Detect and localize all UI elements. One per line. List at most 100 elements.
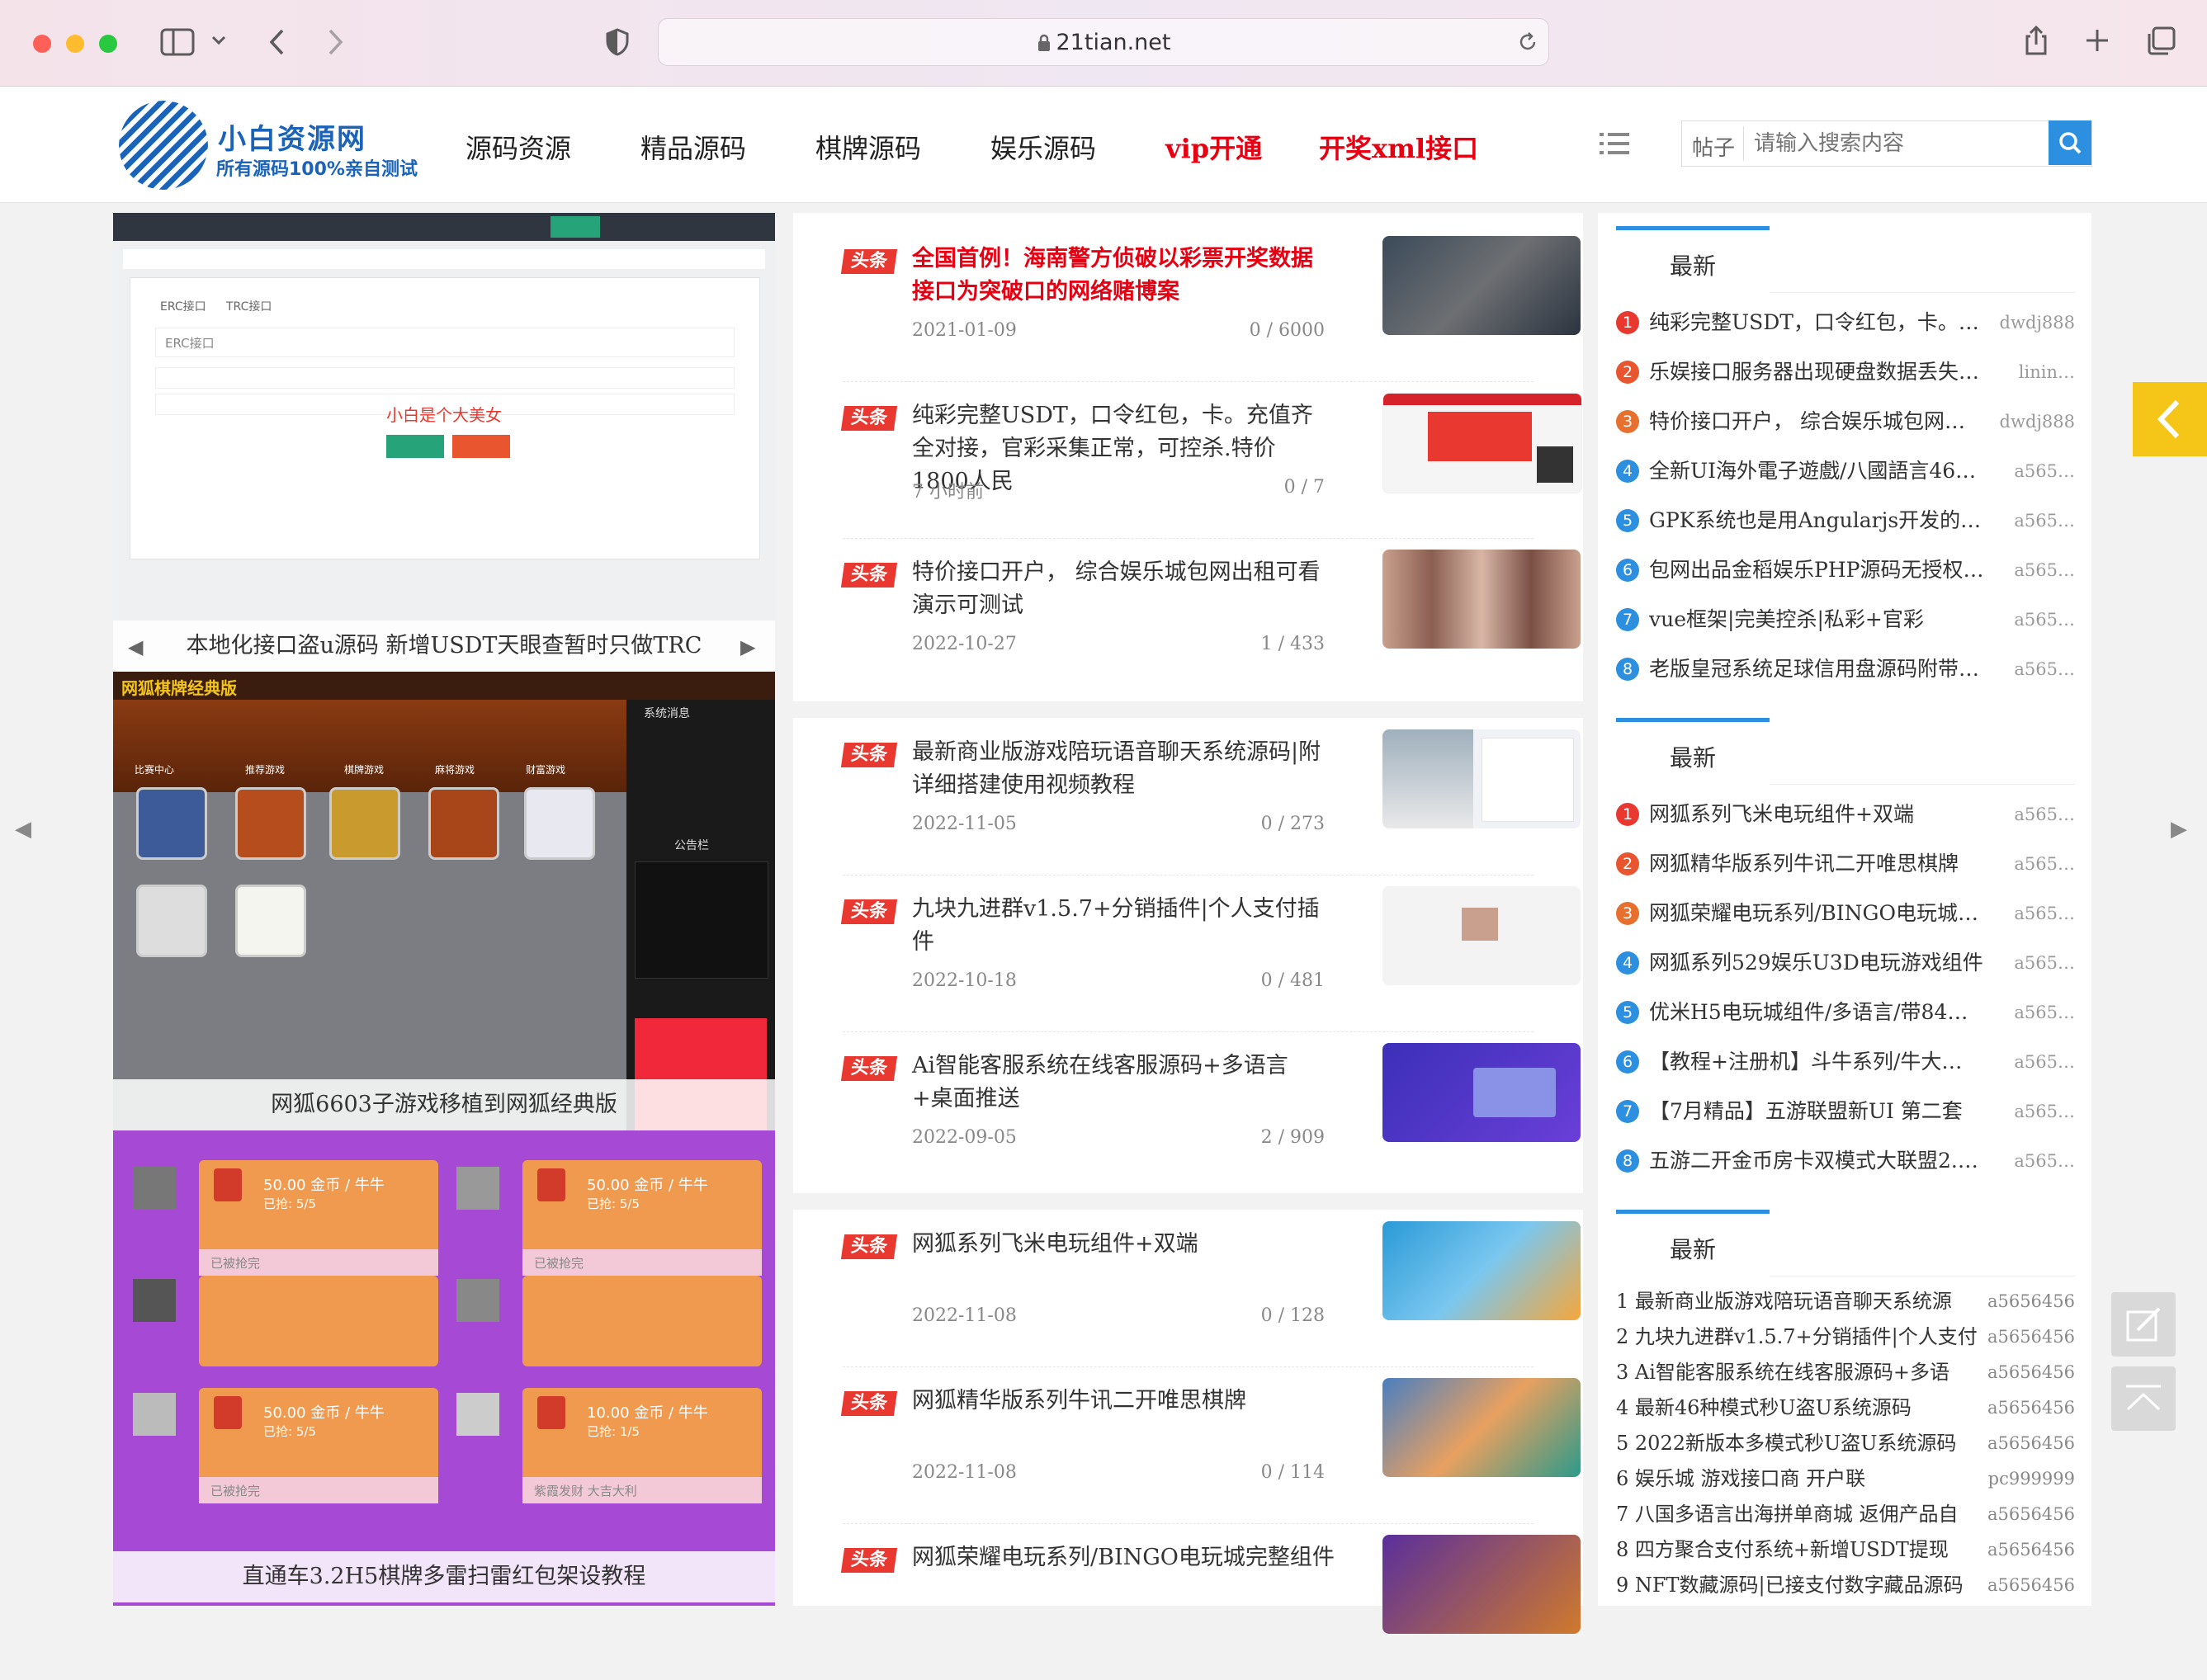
article-title[interactable]: 网狐系列飞米电玩组件+双端 bbox=[912, 1228, 1325, 1261]
sidebar-list-item[interactable]: 6 包网出品金稻娱乐PHP源码无授权… a565… bbox=[1616, 554, 2075, 588]
rank-title[interactable]: 网狐系列飞米电玩组件+双端 bbox=[1649, 799, 1996, 830]
reload-icon[interactable] bbox=[1517, 31, 1538, 53]
sidebar-section-header[interactable]: 最新 bbox=[1616, 1210, 1770, 1277]
back-to-top-button[interactable] bbox=[2111, 1366, 2176, 1431]
article-title[interactable]: 最新商业版游戏陪玩语音聊天系统源码|附详细搭建使用视频教程 bbox=[912, 736, 1325, 802]
rank-title[interactable]: 包网出品金稻娱乐PHP源码无授权… bbox=[1649, 554, 1996, 586]
sidebar-list-item[interactable]: 8 四方聚合支付系统+新增USDT提现 a5656456 bbox=[1616, 1534, 2075, 1567]
article-item[interactable]: 头条 网狐精华版系列牛讯二开唯思棋牌 2022-11-08 0 / 114 bbox=[840, 1366, 1581, 1524]
carousel-slide[interactable]: 网狐棋牌经典版 系统消息 公告栏 比赛中心 推荐游戏 棋牌游戏 麻将游戏 财富游… bbox=[113, 672, 775, 1130]
sidebar-list-item[interactable]: 5 GPK系统也是用Angularjs开发的二… a565… bbox=[1616, 505, 2075, 538]
sidebar-list-item[interactable]: 3 Ai智能客服系统在线客服源码+多语 a5656456 bbox=[1616, 1357, 2075, 1390]
article-title[interactable]: Ai智能客服系统在线客服源码+多语言+桌面推送 bbox=[912, 1050, 1325, 1116]
sidebar-list-item[interactable]: 4 最新46种模式秒U盗U系统源码 a5656456 bbox=[1616, 1392, 2075, 1425]
sidebar-list-item[interactable]: 2 九块九进群v1.5.7+分销插件|个人支付 a5656456 bbox=[1616, 1321, 2075, 1354]
sidebar-list-item[interactable]: 1 纯彩完整USDT，口令红包，卡。… dwdj888 bbox=[1616, 307, 2075, 340]
article-item[interactable]: 头条 网狐系列飞米电玩组件+双端 2022-11-08 0 / 128 bbox=[840, 1210, 1581, 1367]
sidebar-section-header[interactable]: 最新 bbox=[1616, 718, 1770, 785]
list-menu-icon[interactable] bbox=[1600, 131, 1629, 156]
sidebar-list-item[interactable]: 8 五游二开金币房卡双模式大联盟2.… a565… bbox=[1616, 1145, 2075, 1178]
chevron-down-icon[interactable] bbox=[211, 35, 226, 46]
rank-title[interactable]: 全新UI海外電子遊戲/八國語言46… bbox=[1649, 455, 1996, 487]
rank-title[interactable]: 老版皇冠系统足球信用盘源码附带… bbox=[1649, 654, 1996, 685]
rank-title[interactable]: 网狐系列529娱乐U3D电玩游戏组件 bbox=[1649, 947, 1996, 979]
article-item[interactable]: 头条 纯彩完整USDT，口令红包，卡。充值齐全对接，官彩采集正常，可控杀.特价1… bbox=[840, 381, 1582, 539]
sidebar-list-item[interactable]: 8 老版皇冠系统足球信用盘源码附带… a565… bbox=[1616, 654, 2075, 687]
article-title[interactable]: 全国首例！海南警方侦破以彩票开奖数据接口为突破口的网络赌博案 bbox=[912, 243, 1325, 309]
list-title[interactable]: 6 娱乐城 游戏接口商 开户联 bbox=[1616, 1463, 1987, 1494]
article-title[interactable]: 九块九进群v1.5.7+分销插件|个人支付插件 bbox=[912, 893, 1325, 959]
list-title[interactable]: 2 九块九进群v1.5.7+分销插件|个人支付 bbox=[1616, 1321, 1987, 1352]
sidebar-list-item[interactable]: 6 【教程+注册机】斗牛系列/牛大… a565… bbox=[1616, 1046, 2075, 1079]
sidebar-list-item[interactable]: 2 乐娱接口服务器出现硬盘数据丢失… linin… bbox=[1616, 356, 2075, 389]
slide-next-arrow[interactable]: ▶ bbox=[740, 635, 755, 658]
nav-vip[interactable]: vip开通 bbox=[1165, 128, 1262, 166]
sidebar-list-item[interactable]: 1 最新商业版游戏陪玩语音聊天系统源 a5656456 bbox=[1616, 1286, 2075, 1319]
close-window-button[interactable] bbox=[33, 35, 51, 53]
article-item[interactable]: 头条 Ai智能客服系统在线客服源码+多语言+桌面推送 2022-09-05 2 … bbox=[840, 1031, 1581, 1188]
carousel-slide[interactable]: ERC接口 TRC接口 ERC接口 小白是个大美女 本地化接口盗u源码 新增US… bbox=[113, 213, 775, 672]
slide-caption[interactable]: 网狐6603子游戏移植到网狐经典版 bbox=[113, 1079, 775, 1130]
list-title[interactable]: 9 NFT数藏源码|已接支付数字藏品源码 bbox=[1616, 1569, 1987, 1601]
sidebar-section-header[interactable]: 最新 bbox=[1616, 226, 1770, 293]
article-thumbnail[interactable] bbox=[1382, 1043, 1581, 1142]
rank-title[interactable]: 特价接口开户， 综合娱乐城包网… bbox=[1649, 406, 1996, 437]
share-icon[interactable] bbox=[2024, 25, 2049, 56]
forward-icon[interactable] bbox=[327, 28, 345, 56]
rank-title[interactable]: 乐娱接口服务器出现硬盘数据丢失… bbox=[1649, 356, 1996, 388]
sidebar-list-item[interactable]: 3 网狐荣耀电玩系列/BINGO电玩城… a565… bbox=[1616, 898, 2075, 931]
rank-title[interactable]: 【7月精品】五游联盟新UI 第二套 bbox=[1649, 1096, 1996, 1127]
carousel-slide[interactable]: 50.00 金币 / 牛牛 已抢: 5/5 已被抢完 50.00 金币 / 牛牛… bbox=[113, 1130, 775, 1606]
sidebar-list-item[interactable]: 7 八国多语言出海拼单商城 返佣产品自 a5656456 bbox=[1616, 1498, 2075, 1531]
search-input[interactable] bbox=[1743, 126, 2036, 161]
list-title[interactable]: 3 Ai智能客服系统在线客服源码+多语 bbox=[1616, 1357, 1987, 1388]
article-thumbnail[interactable] bbox=[1382, 550, 1581, 649]
sidebar-list-item[interactable]: 3 特价接口开户， 综合娱乐城包网… dwdj888 bbox=[1616, 406, 2075, 439]
rank-title[interactable]: 优米H5电玩城组件/多语言/带84… bbox=[1649, 997, 1996, 1028]
sidebar-list-item[interactable]: 9 NFT数藏源码|已接支付数字藏品源码 a5656456 bbox=[1616, 1569, 2075, 1602]
rank-title[interactable]: 纯彩完整USDT，口令红包，卡。… bbox=[1649, 307, 1996, 338]
article-thumbnail[interactable] bbox=[1382, 236, 1581, 335]
nav-lottery-xml-api[interactable]: 开奖xml接口 bbox=[1319, 128, 1478, 166]
nav-source-resources[interactable]: 源码资源 bbox=[466, 128, 571, 166]
article-title[interactable]: 网狐精华版系列牛讯二开唯思棋牌 bbox=[912, 1385, 1325, 1418]
tab-overview-icon[interactable] bbox=[2146, 26, 2176, 56]
page-prev-arrow[interactable]: ◀ bbox=[15, 817, 31, 842]
sidebar-list-item[interactable]: 4 全新UI海外電子遊戲/八國語言46… a565… bbox=[1616, 455, 2075, 488]
search-category[interactable]: 帖子 bbox=[1692, 131, 1735, 162]
shield-icon[interactable] bbox=[606, 28, 629, 56]
minimize-window-button[interactable] bbox=[66, 35, 84, 53]
floating-panel-toggle[interactable] bbox=[2133, 382, 2207, 456]
slide-caption[interactable]: 本地化接口盗u源码 新增USDT天眼查暂时只做TRC bbox=[113, 621, 775, 672]
list-title[interactable]: 7 八国多语言出海拼单商城 返佣产品自 bbox=[1616, 1498, 1987, 1530]
article-title[interactable]: 网狐荣耀电玩系列/BINGO电玩城完整组件 bbox=[912, 1541, 1341, 1574]
rank-title[interactable]: 五游二开金币房卡双模式大联盟2.… bbox=[1649, 1145, 1996, 1177]
rank-title[interactable]: 网狐精华版系列牛讯二开唯思棋牌 bbox=[1649, 848, 1996, 880]
search-button[interactable] bbox=[2049, 120, 2091, 165]
nav-entertainment-source[interactable]: 娱乐源码 bbox=[990, 128, 1096, 166]
sidebar-list-item[interactable]: 7 vue框架|完美控杀|私彩+官彩 a565… bbox=[1616, 604, 2075, 637]
site-logo-icon[interactable] bbox=[117, 99, 210, 191]
new-tab-icon[interactable] bbox=[2085, 28, 2110, 53]
back-icon[interactable] bbox=[267, 28, 286, 56]
rank-title[interactable]: 网狐荣耀电玩系列/BINGO电玩城… bbox=[1649, 898, 1996, 929]
address-bar[interactable]: 21tian.net bbox=[658, 18, 1549, 66]
nav-premium-source[interactable]: 精品源码 bbox=[640, 128, 746, 166]
sidebar-icon[interactable] bbox=[160, 28, 195, 56]
list-title[interactable]: 1 最新商业版游戏陪玩语音聊天系统源 bbox=[1616, 1286, 1987, 1317]
article-thumbnail[interactable] bbox=[1382, 1221, 1581, 1320]
sidebar-list-item[interactable]: 7 【7月精品】五游联盟新UI 第二套 a565… bbox=[1616, 1096, 2075, 1129]
list-title[interactable]: 8 四方聚合支付系统+新增USDT提现 bbox=[1616, 1534, 1987, 1565]
sidebar-list-item[interactable]: 4 网狐系列529娱乐U3D电玩游戏组件 a565… bbox=[1616, 947, 2075, 980]
logo-title[interactable]: 小白资源网 bbox=[218, 116, 366, 157]
article-item[interactable]: 头条 网狐荣耀电玩系列/BINGO电玩城完整组件 bbox=[840, 1523, 1581, 1680]
article-item[interactable]: 头条 最新商业版游戏陪玩语音聊天系统源码|附详细搭建使用视频教程 2022-11… bbox=[840, 718, 1581, 875]
article-thumbnail[interactable] bbox=[1382, 1535, 1581, 1634]
rank-title[interactable]: vue框架|完美控杀|私彩+官彩 bbox=[1649, 604, 1996, 635]
article-thumbnail[interactable] bbox=[1382, 393, 1582, 493]
article-thumbnail[interactable] bbox=[1382, 886, 1581, 985]
list-title[interactable]: 5 2022新版本多模式秒U盗U系统源码 bbox=[1616, 1428, 1987, 1459]
sidebar-list-item[interactable]: 2 网狐精华版系列牛讯二开唯思棋牌 a565… bbox=[1616, 848, 2075, 881]
sidebar-list-item[interactable]: 5 2022新版本多模式秒U盗U系统源码 a5656456 bbox=[1616, 1428, 2075, 1461]
article-item[interactable]: 头条 特价接口开户， 综合娱乐城包网出租可看演示可测试 2022-10-27 1… bbox=[840, 538, 1581, 695]
